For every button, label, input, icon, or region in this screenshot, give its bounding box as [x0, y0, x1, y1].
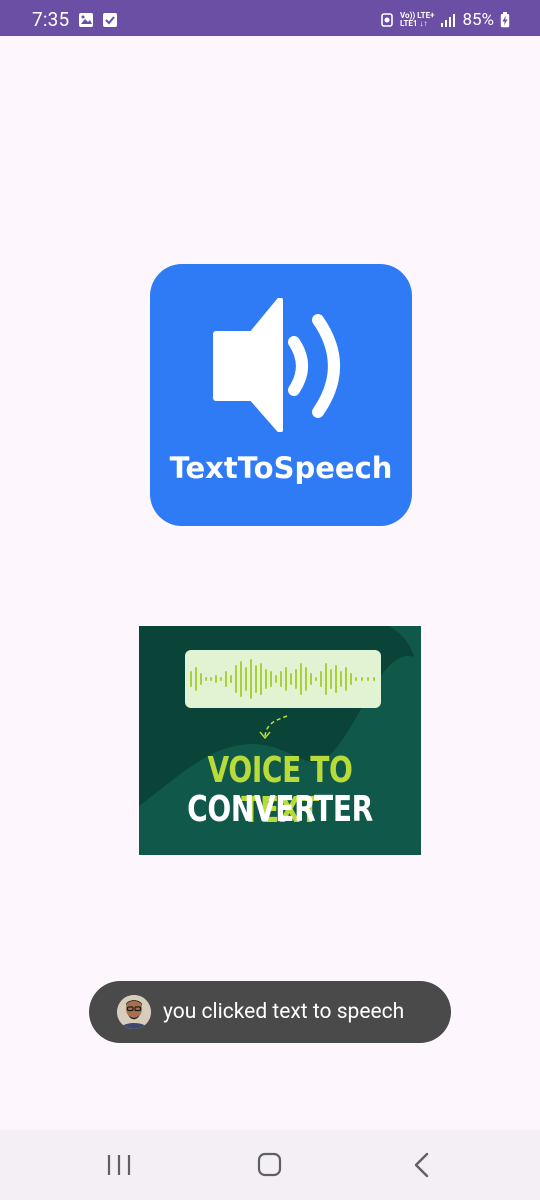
voice-to-text-button[interactable]: VOICE TO TEXT CONVERTER [139, 626, 421, 855]
network-type-bottom: LTE1 ↓↑ [400, 19, 428, 28]
battery-percent: 85% [462, 10, 494, 30]
dashed-arrow-icon [259, 715, 288, 740]
toast-message: you clicked text to speech [89, 981, 451, 1043]
back-button[interactable] [400, 1148, 440, 1182]
audio-waveform-icon [190, 659, 375, 699]
back-icon [414, 1152, 429, 1178]
gallery-notification-icon [79, 13, 93, 27]
navigation-bar [0, 1130, 540, 1200]
user-avatar [117, 995, 151, 1029]
home-icon [257, 1152, 282, 1177]
checkbox-notification-icon [103, 13, 117, 27]
converter-title: CONVERTER [187, 789, 373, 830]
main-content: TextToSpeech VOICE TO TEXT CONVERTER you… [0, 36, 540, 1130]
home-button[interactable] [250, 1148, 290, 1182]
text-to-speech-label: TextToSpeech [169, 451, 393, 485]
network-type-label: Vo)) LTE+ LTE1 ↓↑ [400, 12, 434, 28]
speaker-volume-icon [213, 298, 340, 432]
status-bar: 7:35 Vo)) LTE+ LTE1 ↓↑ 85% [0, 0, 540, 36]
signal-strength-icon [441, 14, 456, 27]
text-to-speech-button[interactable]: TextToSpeech [150, 264, 412, 526]
status-right-group: Vo)) LTE+ LTE1 ↓↑ 85% [380, 8, 510, 32]
toast-text: you clicked text to speech [163, 1000, 405, 1024]
status-notification-icons [78, 12, 118, 28]
recents-button[interactable] [99, 1148, 139, 1182]
status-time: 7:35 [32, 8, 70, 31]
waveform-box [185, 650, 381, 708]
data-saver-icon [381, 13, 393, 27]
battery-charging-icon [500, 12, 510, 28]
recents-icon [107, 1155, 131, 1175]
